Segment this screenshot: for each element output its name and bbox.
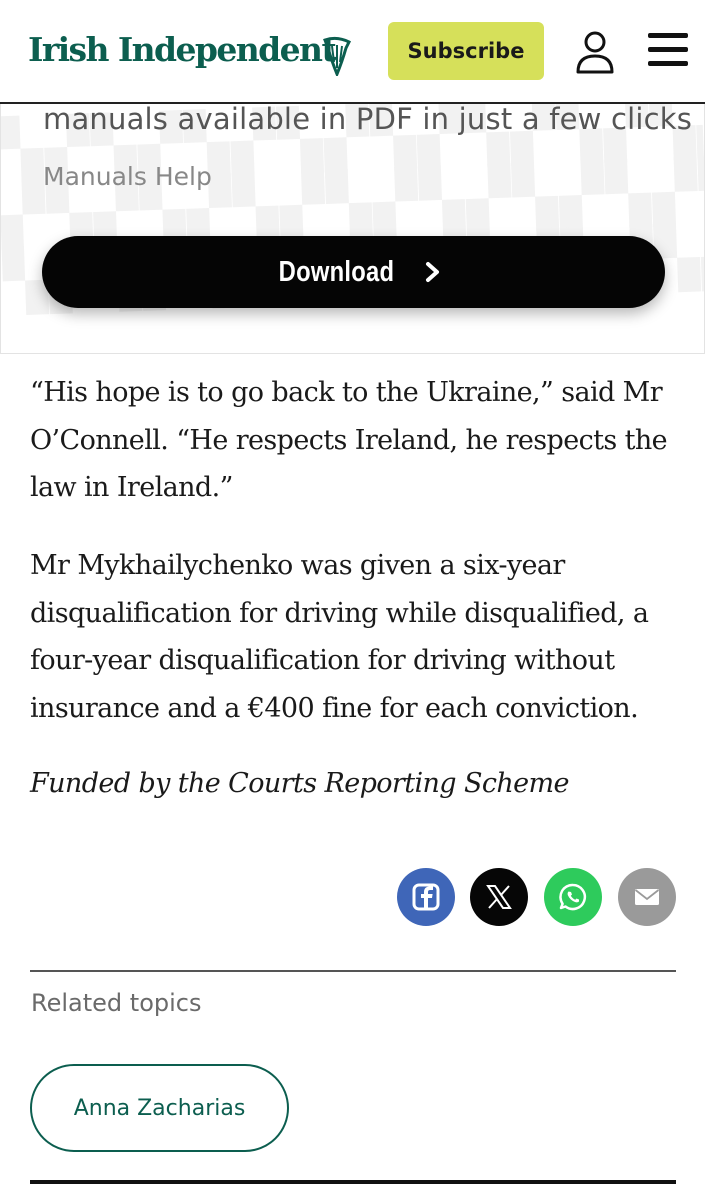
article-paragraph: “His hope is to go back to the Ukraine,”… — [30, 377, 668, 503]
article-paragraph: Mr Mykhailychenko was given a six-year d… — [30, 550, 649, 724]
ad-download-button[interactable]: Download — [42, 236, 665, 308]
subscribe-button[interactable]: Subscribe — [388, 22, 544, 80]
facebook-icon — [412, 883, 440, 911]
related-topic-link[interactable]: Anna Zacharias — [30, 1064, 289, 1152]
section-divider — [30, 1180, 676, 1184]
ad-background-pattern: ▚▞▚▞▚▞▚▞▚▞▚▞▚▞▚▞▚▞▚▞ ▞▚▞▚▞▚▞▚▞▚▞▚▞▚▞▚▞▚▞▚… — [0, 104, 705, 315]
ad-headline[interactable]: manuals available in PDF in just a few c… — [43, 104, 692, 136]
share-whatsapp-button[interactable] — [544, 868, 602, 926]
menu-icon[interactable] — [648, 33, 690, 69]
harp-logo-icon — [323, 36, 352, 76]
email-icon — [634, 889, 660, 905]
x-icon — [486, 885, 512, 909]
site-header: Irish Independent Subscribe — [0, 0, 705, 104]
whatsapp-icon — [559, 883, 587, 911]
advertisement[interactable]: ▚▞▚▞▚▞▚▞▚▞▚▞▚▞▚▞▚▞▚▞ ▞▚▞▚▞▚▞▚▞▚▞▚▞▚▞▚▞▚▞▚… — [0, 104, 705, 354]
site-logo[interactable]: Irish Independent — [28, 30, 337, 69]
related-topics-heading: Related topics — [31, 989, 202, 1017]
ad-download-label: Download — [278, 255, 395, 288]
chevron-right-icon — [425, 262, 439, 282]
account-icon[interactable] — [574, 30, 616, 74]
share-facebook-button[interactable] — [397, 868, 455, 926]
section-divider — [30, 970, 676, 972]
ad-source[interactable]: Manuals Help — [43, 162, 212, 191]
share-x-button[interactable] — [470, 868, 528, 926]
article-credit: Funded by the Courts Reporting Scheme — [30, 768, 570, 799]
share-email-button[interactable] — [618, 868, 676, 926]
